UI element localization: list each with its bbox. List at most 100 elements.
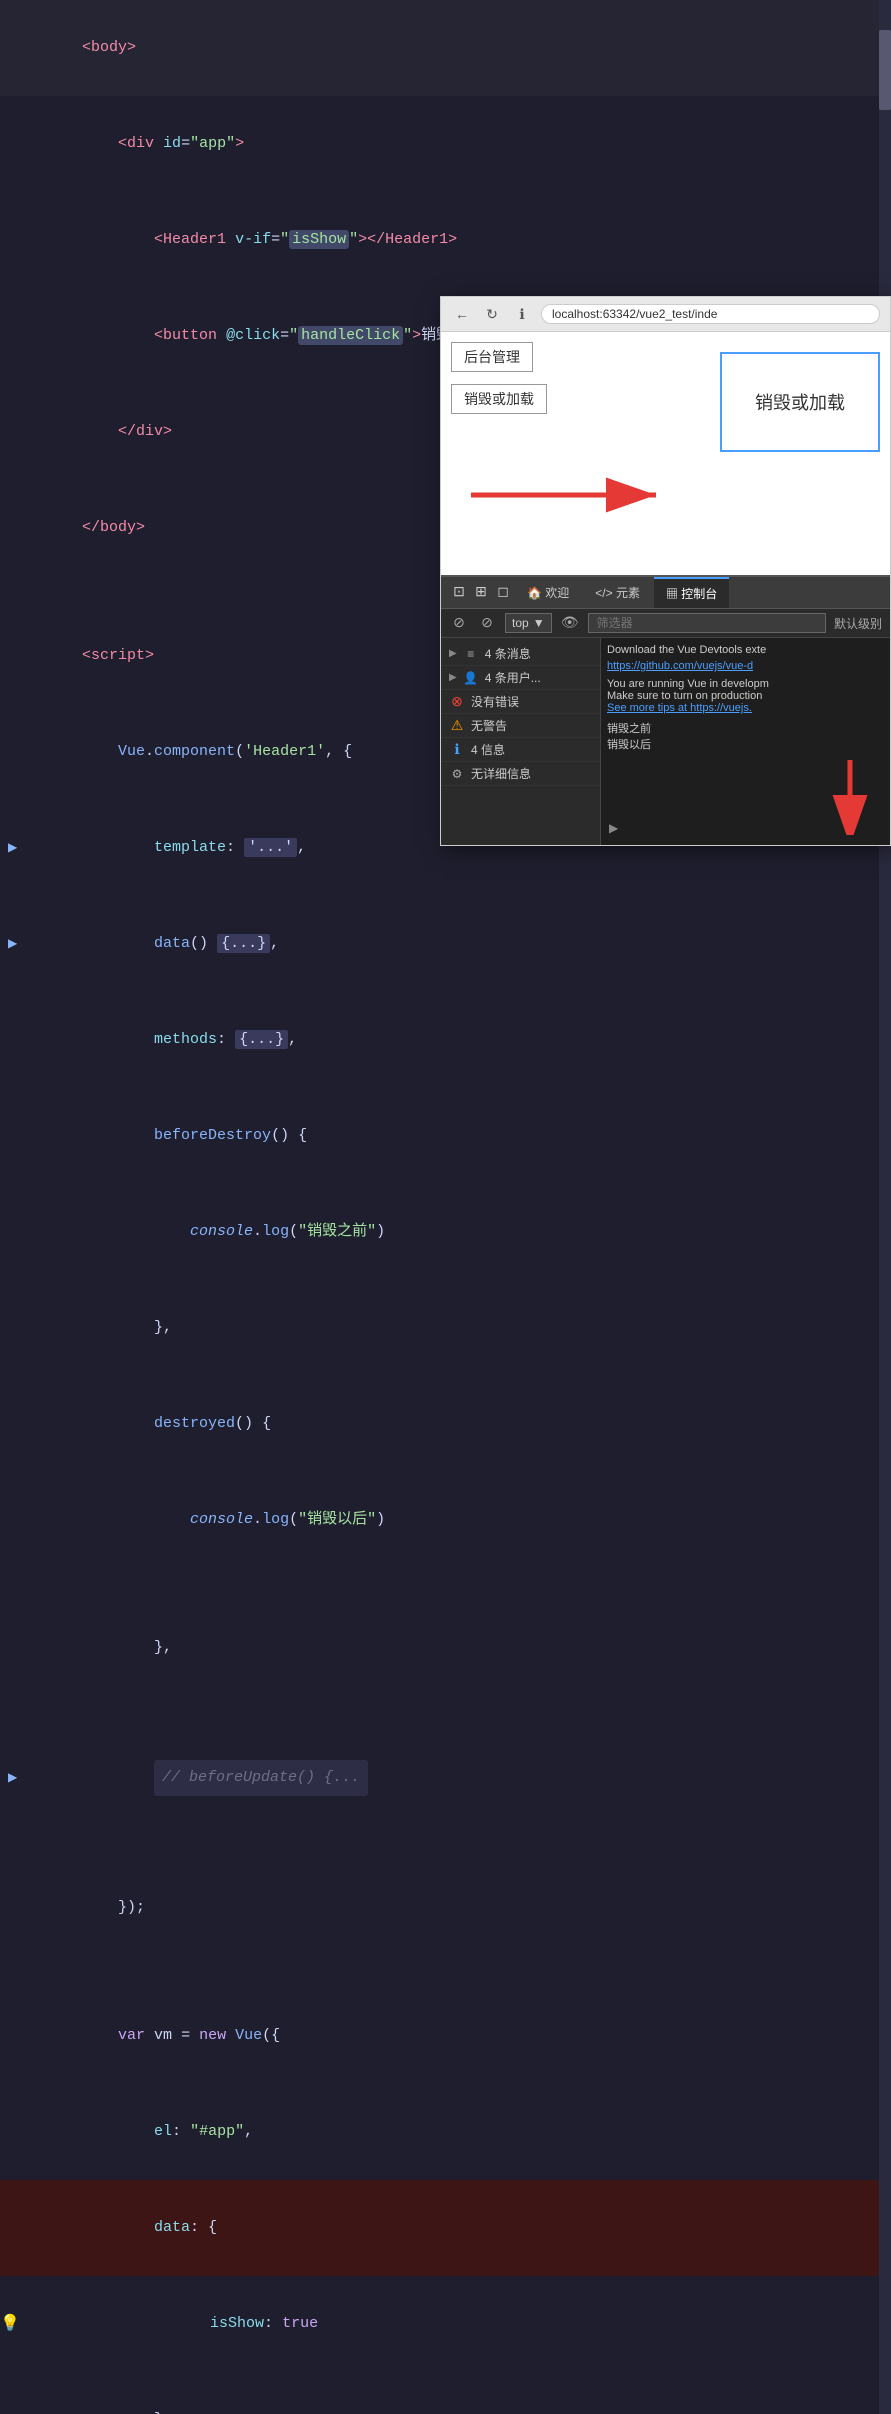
line-content: <body> xyxy=(28,0,875,96)
console-filter-warn[interactable]: ⚠ 无警告 xyxy=(441,714,600,738)
line-content: isShow: true xyxy=(28,2276,875,2372)
code-line: }, xyxy=(0,1600,891,1696)
devtools-icon-3[interactable]: ◻ xyxy=(493,583,513,603)
devtools-toolbar: ⊘ ⊘ top ▼ 👁 默认级别 xyxy=(441,609,890,638)
error-icon: ⊗ xyxy=(449,694,465,710)
devtools-panel: ⊡ ⊞ ◻ 🏠 欢迎 </> 元素 ▦ 控制台 ⊘ ⊘ top ▼ 👁 默认级别… xyxy=(441,575,890,845)
code-line: console.log("销毁之前") xyxy=(0,1184,891,1280)
default-level-label: 默认级别 xyxy=(834,615,882,632)
filter-label: 4 信息 xyxy=(471,741,505,758)
console-filter-info[interactable]: ℹ 4 信息 xyxy=(441,738,600,762)
top-selector[interactable]: top ▼ xyxy=(505,613,552,633)
red-arrow-down xyxy=(830,755,870,835)
line-content: }, xyxy=(28,1600,875,1696)
console-msg-running: You are running Vue in developm Make sur… xyxy=(607,678,884,714)
back-button[interactable]: ← xyxy=(451,303,473,325)
top-label: top xyxy=(512,616,529,630)
line-content: var vm = new Vue({ xyxy=(28,1988,875,2084)
filter-label: 4 条消息 xyxy=(485,645,531,662)
code-line: }, xyxy=(0,2372,891,2414)
line-content: }); xyxy=(28,1860,875,1956)
filter-input[interactable] xyxy=(588,613,826,633)
line-content: console.log("销毁之前") xyxy=(28,1184,875,1280)
console-msg-link[interactable]: https://github.com/vuejs/vue-d xyxy=(607,660,884,672)
code-line: beforeDestroy() { xyxy=(0,1088,891,1184)
line-content: // beforeUpdate() {... xyxy=(28,1728,875,1828)
filter-label: 无详细信息 xyxy=(471,765,531,782)
tab-welcome[interactable]: 🏠 欢迎 xyxy=(515,578,581,607)
code-line xyxy=(0,1956,891,1988)
console-filter-user[interactable]: ▶ 👤 4 条用户... xyxy=(441,666,600,690)
info-icon: ℹ xyxy=(449,742,465,758)
code-line: }); xyxy=(0,1860,891,1956)
line-content: }, xyxy=(28,2372,875,2414)
console-filters: ▶ ≡ 4 条消息 ▶ 👤 4 条用户... ⊗ 没有错误 ⚠ 无警告 xyxy=(441,638,601,845)
filter-label: 无警告 xyxy=(471,717,507,734)
warn-icon: ⚠ xyxy=(449,718,465,734)
line-content: console.log("销毁以后") xyxy=(28,1472,875,1568)
code-line: <Header1 v-if="isShow"></Header1> xyxy=(0,192,891,288)
code-line-isshow: 💡 isShow: true xyxy=(0,2276,891,2372)
code-line: methods: {...}, xyxy=(0,992,891,1088)
code-line xyxy=(0,1696,891,1728)
lightbulb-icon: 💡 xyxy=(0,2308,20,2340)
console-msg-devtools: Download the Vue Devtools exte xyxy=(607,644,884,656)
devtools-tabs: ⊡ ⊞ ◻ 🏠 欢迎 </> 元素 ▦ 控制台 xyxy=(441,577,890,609)
console-msg-destroyed: 销毁以后 xyxy=(607,736,884,752)
console-msg-before-destroy: 销毁之前 xyxy=(607,720,884,736)
line-content: destroyed() { xyxy=(28,1376,875,1472)
blue-box: 销毁或加载 xyxy=(720,352,880,452)
code-line xyxy=(0,1568,891,1600)
code-line: ▶ data() {...}, xyxy=(0,896,891,992)
browser-toolbar: ← ↻ ℹ localhost:63342/vue2_test/inde xyxy=(441,297,890,332)
line-content: beforeDestroy() { xyxy=(28,1088,875,1184)
chevron-down-icon: ▼ xyxy=(533,616,545,630)
filter-label: 没有错误 xyxy=(471,693,519,710)
info-button[interactable]: ℹ xyxy=(511,303,533,325)
line-arrow: ▶ xyxy=(8,928,24,960)
code-line: destroyed() { xyxy=(0,1376,891,1472)
blue-box-text: 销毁或加载 xyxy=(755,389,845,415)
ban-button[interactable]: ⊘ xyxy=(477,613,497,633)
code-line: ▶ // beforeUpdate() {... xyxy=(0,1728,891,1828)
eye-button[interactable]: 👁 xyxy=(560,613,580,633)
devtools-icon-1[interactable]: ⊡ xyxy=(449,583,469,603)
code-line: console.log("销毁以后") xyxy=(0,1472,891,1568)
refresh-button[interactable]: ↻ xyxy=(481,303,503,325)
list-icon: ≡ xyxy=(463,646,479,662)
code-line: }, xyxy=(0,1280,891,1376)
code-line: el: "#app", xyxy=(0,2084,891,2180)
line-content: data: { xyxy=(28,2180,875,2276)
vuejs-link[interactable]: See more tips at https://vuejs. xyxy=(607,702,752,714)
filter-label: 4 条用户... xyxy=(485,669,541,686)
console-filter-verbose[interactable]: ⚙ 无详细信息 xyxy=(441,762,600,786)
console-filter-error[interactable]: ⊗ 没有错误 xyxy=(441,690,600,714)
code-line xyxy=(0,1828,891,1860)
expand-icon: ▶ xyxy=(449,648,457,659)
expand-toggle[interactable]: ▶ xyxy=(609,821,618,835)
code-line: <body> xyxy=(0,0,891,96)
line-content: <Header1 v-if="isShow"></Header1> xyxy=(28,192,875,288)
line-content: el: "#app", xyxy=(28,2084,875,2180)
tab-elements[interactable]: </> 元素 xyxy=(583,578,652,607)
console-filter-messages[interactable]: ▶ ≡ 4 条消息 xyxy=(441,642,600,666)
line-content: methods: {...}, xyxy=(28,992,875,1088)
code-line: var vm = new Vue({ xyxy=(0,1988,891,2084)
browser-url: localhost:63342/vue2_test/inde xyxy=(541,304,880,324)
devtools-icon-2[interactable]: ⊞ xyxy=(471,583,491,603)
destroy-button[interactable]: 销毁或加载 xyxy=(451,384,547,414)
code-line: <div id="app"> xyxy=(0,96,891,192)
console-body: ▶ ≡ 4 条消息 ▶ 👤 4 条用户... ⊗ 没有错误 ⚠ 无警告 xyxy=(441,638,890,845)
backend-button[interactable]: 后台管理 xyxy=(451,342,533,372)
console-messages: Download the Vue Devtools exte https://g… xyxy=(601,638,890,845)
red-arrow-right xyxy=(461,470,681,520)
browser-content: 后台管理 销毁或加载 销毁或加载 xyxy=(441,332,890,575)
scrollbar-thumb[interactable] xyxy=(879,30,891,110)
line-content: data() {...}, xyxy=(28,896,875,992)
user-icon: 👤 xyxy=(463,670,479,686)
code-line-highlighted: data: { xyxy=(0,2180,891,2276)
browser-window: ← ↻ ℹ localhost:63342/vue2_test/inde 后台管… xyxy=(440,296,891,846)
clear-console-button[interactable]: ⊘ xyxy=(449,613,469,633)
line-content: <div id="app"> xyxy=(28,96,875,192)
tab-console[interactable]: ▦ 控制台 xyxy=(654,577,729,608)
